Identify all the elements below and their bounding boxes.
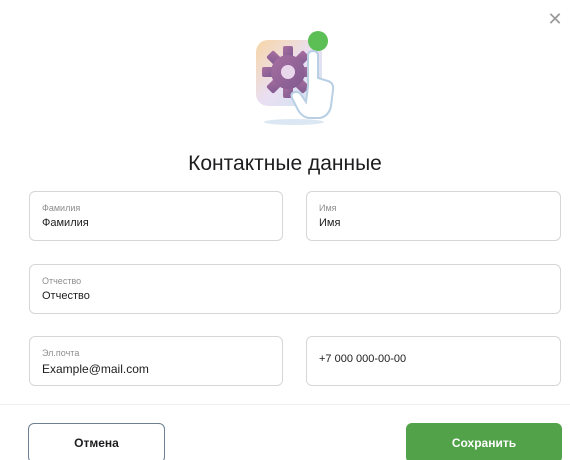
middle-name-label: Отчество (42, 276, 82, 286)
first-name-value: Имя (319, 217, 341, 229)
save-button[interactable]: Сохранить (406, 423, 562, 460)
dialog-title: Контактные данные (188, 152, 382, 175)
last-name-label: Фамилия (42, 203, 81, 213)
settings-illustration-icon (256, 31, 335, 125)
email-value: Example@mail.com (42, 362, 149, 376)
phone-field[interactable]: +7 000 000-00-00 (306, 336, 561, 386)
middle-name-value: Отчество (42, 290, 90, 302)
last-name-value: Фамилия (42, 217, 89, 229)
close-icon[interactable]: ✕ (546, 10, 564, 28)
first-name-label: Имя (319, 203, 337, 213)
middle-name-field[interactable]: Отчество Отчество (29, 264, 561, 314)
phone-value: +7 000 000-00-00 (319, 353, 407, 365)
first-name-field[interactable]: Имя Имя (306, 191, 561, 241)
last-name-field[interactable]: Фамилия Фамилия (29, 191, 283, 241)
email-label: Эл.почта (42, 348, 80, 358)
cancel-button[interactable]: Отмена (28, 423, 165, 460)
email-field[interactable]: Эл.почта Example@mail.com (29, 336, 283, 386)
dialog-footer: Отмена Сохранить (0, 404, 570, 460)
contact-dialog: ✕ Контактные данные Фамилия Фамилия Имя … (0, 0, 570, 460)
